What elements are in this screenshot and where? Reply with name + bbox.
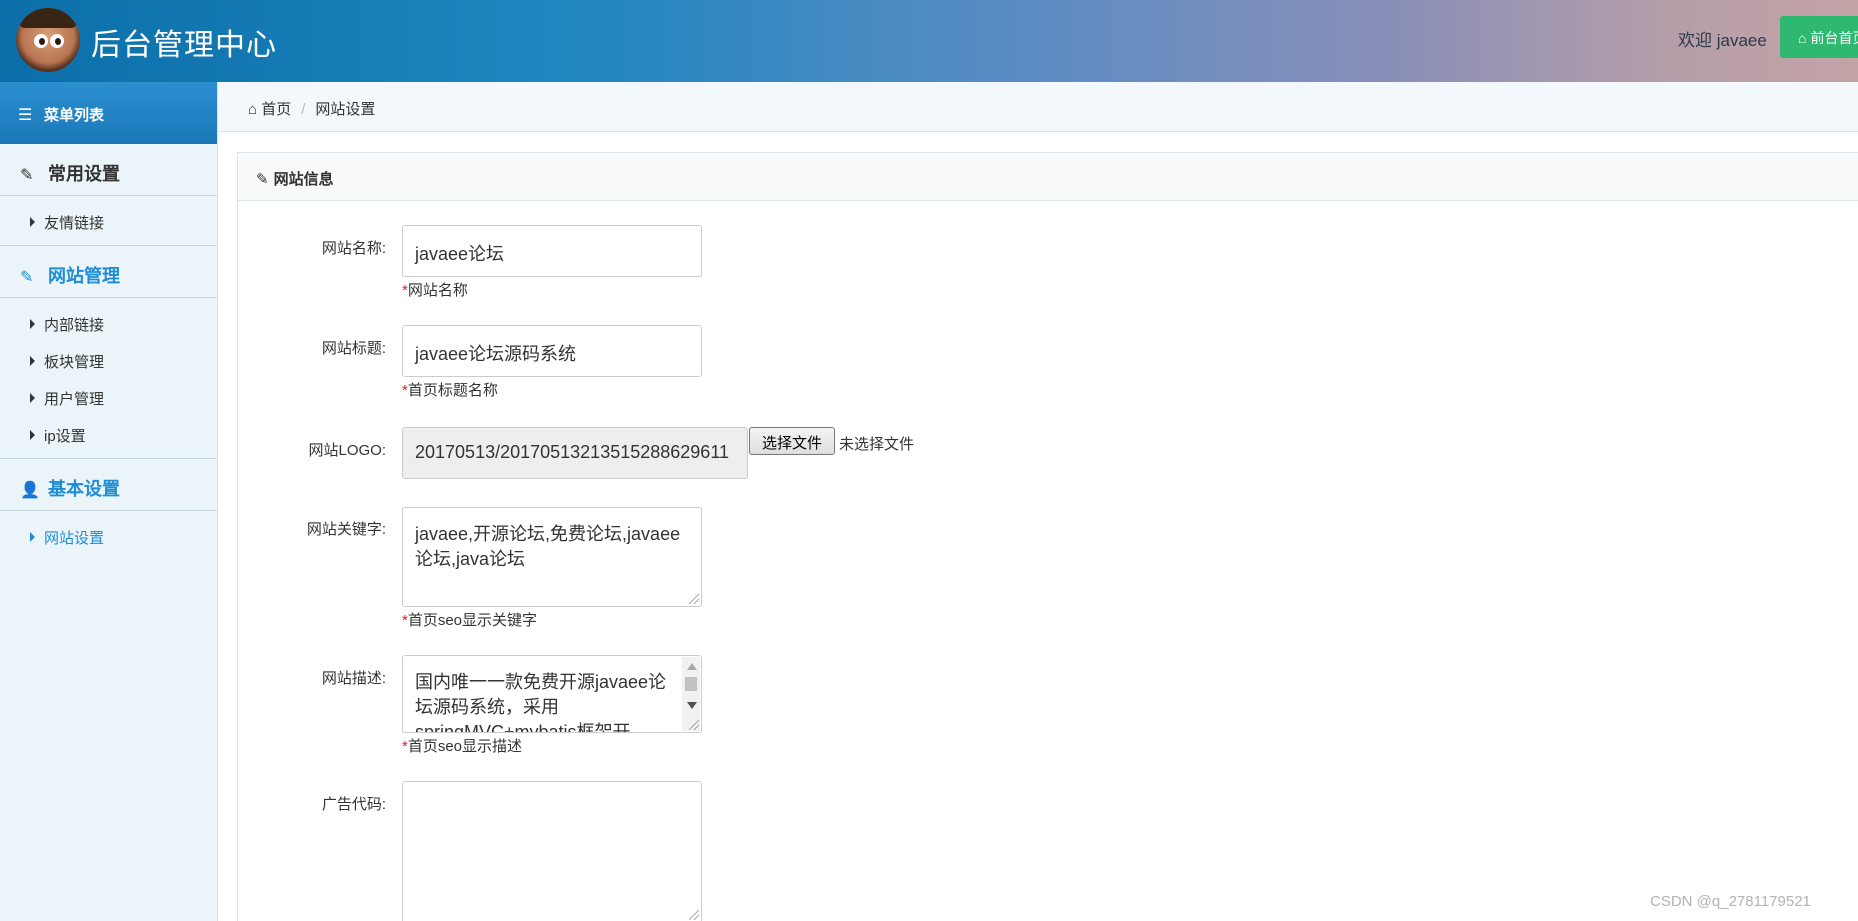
caret-right-icon <box>30 356 35 366</box>
caret-right-icon <box>30 217 35 227</box>
breadcrumb-home[interactable]: 首页 <box>261 101 291 118</box>
app-title: 后台管理中心 <box>91 29 277 62</box>
site-name-hint: *网站名称 <box>402 282 468 299</box>
list-icon: ☰ <box>18 107 33 124</box>
scroll-up-icon[interactable] <box>687 663 697 670</box>
keywords-label: 网站关键字: <box>306 521 386 538</box>
sidebar-item-friend-links[interactable]: 友情链接 <box>0 202 217 239</box>
menu-list-header: ☰ 菜单列表 <box>0 82 217 144</box>
site-title-hint: *首页标题名称 <box>402 382 498 399</box>
sidebar-item-site-settings[interactable]: 网站设置 <box>0 517 217 554</box>
sidebar-submenu-common: 友情链接 <box>0 196 217 246</box>
resize-handle[interactable] <box>689 720 699 730</box>
sidebar-item-internal-links[interactable]: 内部链接 <box>0 304 217 341</box>
resize-handle[interactable] <box>689 910 699 920</box>
site-name-input[interactable]: javaee论坛 <box>402 225 702 277</box>
site-title-input[interactable]: javaee论坛源码系统 <box>402 325 702 377</box>
description-label: 网站描述: <box>321 670 386 687</box>
sidebar: ☰ 菜单列表 ✎ 常用设置 友情链接 ✎ 网站管理 内部链接 板块管理 用户管理 ip… <box>0 82 218 921</box>
scroll-down-icon[interactable] <box>687 702 697 709</box>
site-logo-path-input: 20170513/20170513213515288629611 <box>402 427 748 479</box>
sidebar-group-site-management[interactable]: ✎ 网站管理 <box>0 246 217 298</box>
caret-right-icon <box>30 430 35 440</box>
home-icon: ⌂ <box>248 101 258 118</box>
front-page-button[interactable]: ⌂前台首页 <box>1780 16 1858 58</box>
ad-code-textarea[interactable] <box>402 781 702 921</box>
sidebar-submenu-site-management: 内部链接 板块管理 用户管理 ip设置 <box>0 298 217 459</box>
avatar <box>16 8 80 72</box>
description-textarea[interactable]: 国内唯一一款免费开源javaee论坛源码系统，采用springMVC+mybat… <box>402 655 702 733</box>
caret-right-icon <box>30 393 35 403</box>
breadcrumb-current: 网站设置 <box>315 101 376 118</box>
site-logo-label: 网站LOGO: <box>308 442 386 459</box>
sidebar-item-user-management[interactable]: 用户管理 <box>0 378 217 415</box>
sidebar-item-ip-settings[interactable]: ip设置 <box>0 415 217 452</box>
edit-icon: ✎ <box>256 171 269 188</box>
panel-header: ✎ 网站信息 <box>238 153 1858 201</box>
sidebar-group-common-settings[interactable]: ✎ 常用设置 <box>0 144 217 196</box>
caret-right-icon <box>30 319 35 329</box>
sidebar-submenu-basic: 网站设置 <box>0 511 217 560</box>
site-title-label: 网站标题: <box>321 340 386 357</box>
sidebar-item-board-management[interactable]: 板块管理 <box>0 341 217 378</box>
watermark: CSDN @q_2781179521 <box>1650 893 1811 910</box>
edit-icon: ✎ <box>20 269 34 286</box>
top-header: 后台管理中心 欢迎 javaee ⌂前台首页 <box>0 0 1858 82</box>
welcome-text: 欢迎 javaee <box>1678 31 1767 50</box>
scroll-thumb[interactable] <box>685 677 697 691</box>
site-name-label: 网站名称: <box>321 240 386 257</box>
home-icon: ⌂ <box>1798 30 1807 46</box>
keywords-hint: *首页seo显示关键字 <box>402 612 538 629</box>
breadcrumb: ⌂ 首页 / 网站设置 <box>218 82 1858 132</box>
keywords-textarea[interactable]: javaee,开源论坛,免费论坛,javaee论坛,java论坛 <box>402 507 702 607</box>
ad-code-label: 广告代码: <box>321 796 386 813</box>
description-hint: *首页seo显示描述 <box>402 738 523 755</box>
edit-icon: ✎ <box>20 167 34 184</box>
file-status-text: 未选择文件 <box>839 436 915 453</box>
resize-handle[interactable] <box>689 594 699 604</box>
user-icon: 👤 <box>20 482 40 499</box>
choose-file-button[interactable]: 选择文件 <box>749 427 835 455</box>
site-info-panel: ✎ 网站信息 网站名称: javaee论坛 *网站名称 网站标题: javaee论… <box>237 152 1858 921</box>
sidebar-group-basic-settings[interactable]: 👤 基本设置 <box>0 459 217 511</box>
caret-right-icon <box>30 532 35 542</box>
